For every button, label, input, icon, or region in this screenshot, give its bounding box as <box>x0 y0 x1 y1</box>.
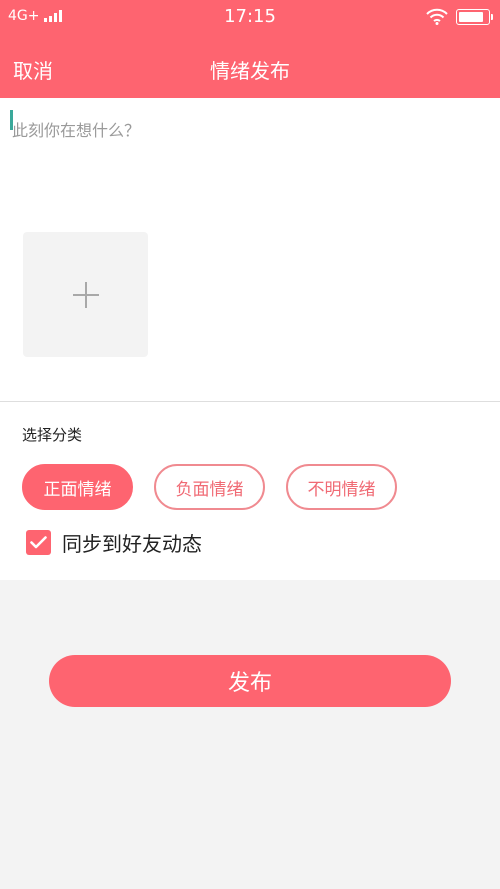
status-icons <box>426 8 493 25</box>
category-chip-unknown[interactable]: 不明情绪 <box>286 464 397 510</box>
category-chip-positive[interactable]: 正面情绪 <box>22 464 133 510</box>
battery-level <box>459 11 483 22</box>
category-chip-negative[interactable]: 负面情绪 <box>154 464 265 510</box>
category-panel: 选择分类 正面情绪 负面情绪 不明情绪 同步到好友动态 <box>0 402 500 580</box>
publish-button[interactable]: 发布 <box>49 655 451 707</box>
sync-checkbox[interactable] <box>26 529 51 555</box>
add-photo-button[interactable] <box>23 232 148 357</box>
plus-icon <box>72 281 99 308</box>
wifi-icon <box>426 8 448 25</box>
battery-icon <box>456 8 493 25</box>
page-title: 情绪发布 <box>210 59 290 83</box>
status-bar: 4G+ 17:15 <box>0 0 500 36</box>
post-editor <box>0 98 500 401</box>
checkmark-icon <box>30 535 47 548</box>
category-section-label: 选择分类 <box>22 426 83 444</box>
status-time: 17:15 <box>224 6 276 27</box>
nav-bar: 取消 情绪发布 <box>0 36 500 98</box>
sync-label: 同步到好友动态 <box>62 531 202 556</box>
mood-text-input[interactable] <box>12 110 488 150</box>
sync-to-friends-toggle[interactable]: 同步到好友动态 <box>26 528 202 556</box>
